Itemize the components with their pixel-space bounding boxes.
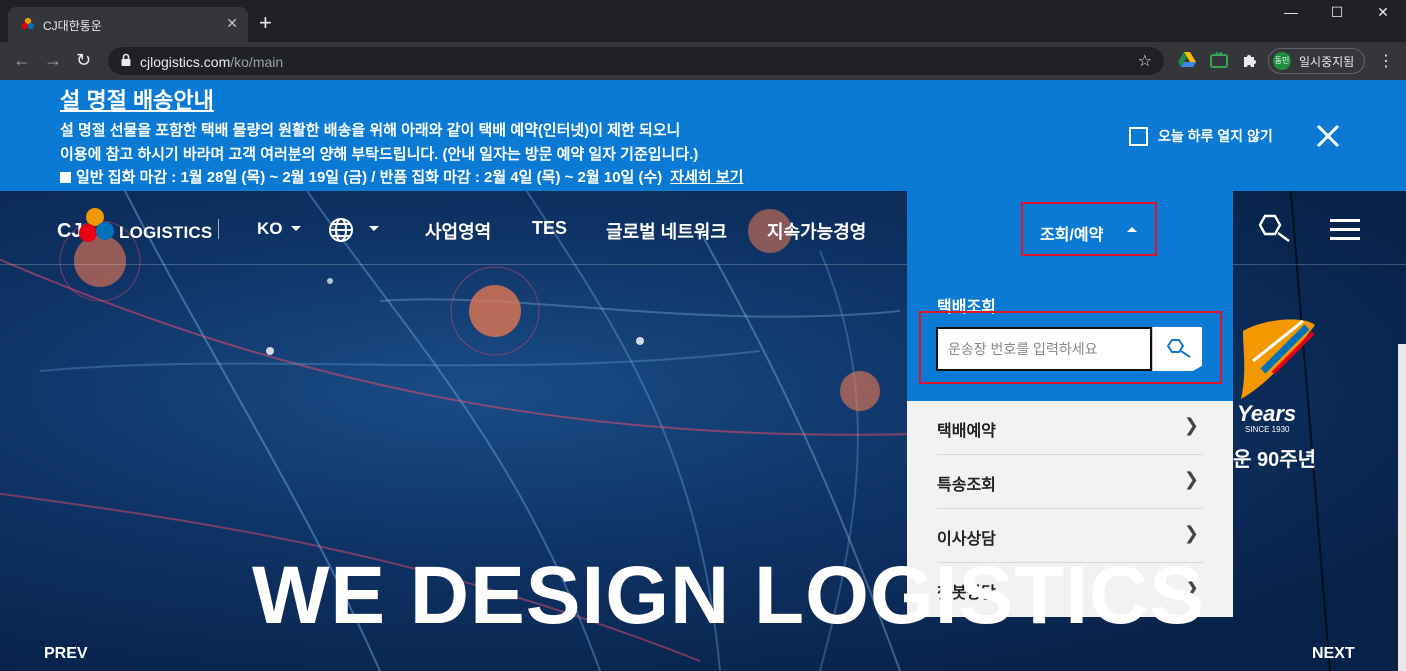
language-selector[interactable]: KO (257, 219, 301, 239)
anniversary-since: SINCE 1930 (1245, 425, 1290, 434)
back-arrow-icon[interactable]: ← (13, 50, 31, 70)
search-icon[interactable] (1254, 213, 1292, 243)
nav-tes[interactable]: TES (532, 218, 567, 239)
next-slide-button[interactable]: NEXT (1312, 645, 1355, 663)
site-header: CJ LOGISTICS KO 사업영역 TES 글로벌 네트워크 지속가능경영… (0, 191, 1406, 265)
hamburger-menu-icon[interactable] (1330, 219, 1360, 246)
lock-icon (121, 53, 131, 66)
bookmark-star-icon[interactable]: ☆ (1138, 51, 1152, 71)
window-minimize-button[interactable]: — (1268, 4, 1314, 20)
notice-detail-link[interactable]: 자세히 보기 (670, 169, 743, 186)
chevron-right-icon: ❯ (1183, 469, 1199, 489)
tab-close-icon[interactable]: ✕ (226, 15, 238, 32)
window-close-button[interactable]: ✕ (1360, 4, 1406, 21)
list-item-parcel-reservation[interactable]: 택배예약 ❯ (937, 401, 1203, 455)
logo-logistics: LOGISTICS (119, 223, 213, 242)
url-text: cjlogistics.com/ko/main (140, 54, 284, 70)
notice-banner: 설 명절 배송안내 설 명절 선물을 포함한 택배 물량의 원활한 배송을 위해… (0, 80, 1406, 191)
tracking-search-button[interactable] (1152, 327, 1202, 371)
browser-menu-icon[interactable]: ⋮ (1378, 51, 1394, 71)
cj-logo-mark-icon (79, 208, 114, 242)
profile-button[interactable]: 동민 일시중지됨 (1268, 48, 1366, 74)
cj-logistics-logo[interactable]: CJ LOGISTICS (57, 205, 212, 253)
window-maximize-button[interactable]: ☐ (1314, 4, 1360, 21)
chevron-right-icon: ❯ (1183, 523, 1199, 543)
profile-label: 일시중지됨 (1299, 54, 1355, 69)
dont-show-today-label: 오늘 하루 열지 않기 (1158, 128, 1273, 144)
tv-extension-icon[interactable] (1210, 52, 1228, 68)
extensions-puzzle-icon[interactable] (1242, 52, 1258, 68)
anniversary-emblem: Years SINCE 1930 운 90주년 (1233, 311, 1323, 471)
cj-favicon-icon (21, 17, 35, 30)
notice-schedule: 일반 집화 마감 : 1월 28일 (목) ~ 2월 19일 (금) / 반품 … (76, 169, 663, 186)
prev-slide-button[interactable]: PREV (44, 645, 88, 663)
nav-sustainability[interactable]: 지속가능경영 (767, 218, 866, 244)
reload-icon[interactable]: ↻ (76, 50, 91, 70)
checkbox-box[interactable] (1129, 126, 1148, 146)
lookup-reservation-label: 조회/예약 (1040, 227, 1104, 244)
chevron-down-icon (290, 226, 301, 231)
globe-icon[interactable] (328, 217, 354, 243)
nav-global-network[interactable]: 글로벌 네트워크 (606, 218, 727, 244)
anniversary-years: Years (1237, 401, 1297, 426)
bullet-square-icon (60, 172, 71, 183)
google-drive-icon[interactable] (1178, 52, 1196, 68)
new-tab-button[interactable]: + (259, 12, 272, 34)
nav-business[interactable]: 사업영역 (425, 218, 491, 244)
hero-headline: WE DESIGN LOGISTICS (252, 550, 1205, 641)
dont-show-today-checkbox[interactable]: 오늘 하루 열지 않기 (1129, 126, 1273, 146)
profile-avatar: 동민 (1273, 52, 1291, 70)
anniversary-caption: 운 90주년 (1233, 449, 1317, 471)
tracking-search-icon (1166, 339, 1191, 358)
tracking-panel: 택배조회 (907, 265, 1233, 401)
chevron-right-icon: ❯ (1183, 415, 1199, 435)
chevron-up-icon (1127, 227, 1137, 232)
notice-line-2: 이용에 참고 하시기 바라며 고객 여러분의 양해 부탁드립니다. (안내 일자… (60, 146, 699, 163)
notice-close-icon[interactable] (1314, 122, 1342, 150)
tab-title: CJ대한통운 (43, 19, 102, 33)
lookup-reservation-menu[interactable]: 조회/예약 (1021, 202, 1157, 256)
address-bar[interactable]: cjlogistics.com/ko/main ☆ (108, 47, 1164, 75)
page-scrollbar[interactable] (1398, 344, 1406, 671)
header-divider (218, 219, 219, 239)
browser-tab[interactable]: CJ대한통운 ✕ (8, 7, 248, 42)
hero-section: CJ LOGISTICS KO 사업영역 TES 글로벌 네트워크 지속가능경영… (0, 191, 1406, 671)
notice-title[interactable]: 설 명절 배송안내 (60, 83, 214, 115)
notice-line-3: 일반 집화 마감 : 1월 28일 (목) ~ 2월 19일 (금) / 반품 … (60, 166, 743, 187)
browser-tabbar: CJ대한통운 ✕ + — ☐ ✕ (0, 0, 1406, 42)
globe-chevron-down-icon[interactable] (369, 226, 379, 231)
notice-line-1: 설 명절 선물을 포함한 택배 물량의 원활한 배송을 위해 아래와 같이 택배… (60, 122, 681, 139)
browser-toolbar: ← → ↻ cjlogistics.com/ko/main ☆ 동민 일시중지됨… (0, 42, 1406, 80)
list-item-express-tracking[interactable]: 특송조회 ❯ (937, 455, 1203, 509)
tracking-number-input[interactable] (936, 327, 1152, 371)
anniversary-logo-icon (1241, 319, 1315, 399)
forward-arrow-icon[interactable]: → (44, 50, 62, 70)
